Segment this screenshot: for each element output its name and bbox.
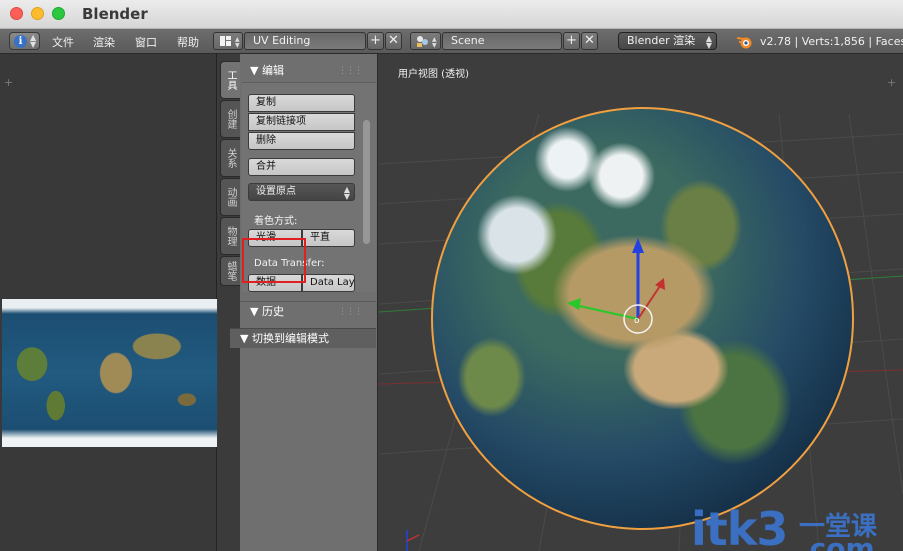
updown-icon: ▲ ▼: [30, 33, 37, 49]
z-axis-arrow-icon: [632, 238, 644, 253]
svg-text:▼: ▼: [432, 42, 437, 49]
close-icon: ✕: [388, 33, 399, 48]
tool-shelf-scrollbar[interactable]: [363, 120, 370, 244]
tool-shelf-tabs: 工具 创建 关系 动画 物理 蜡笔: [218, 54, 240, 551]
triangle-down-icon: ▼: [240, 332, 249, 345]
data-layout-button[interactable]: Data Lay: [302, 274, 355, 292]
tab-animation[interactable]: 动画: [220, 178, 240, 216]
duplicate-linked-button[interactable]: 复制链接项: [248, 113, 355, 131]
uv-image-editor[interactable]: +: [0, 54, 217, 551]
x-axis-arrow-icon: [655, 278, 665, 290]
tab-tools[interactable]: 工具: [220, 61, 240, 99]
set-origin-dropdown[interactable]: 设置原点 ▲ ▼: [248, 183, 355, 201]
watermark-domain: .com: [799, 532, 875, 551]
info-icon: i: [14, 35, 27, 48]
window-title: Blender: [82, 5, 148, 23]
world-map-texture: [2, 299, 217, 447]
tool-shelf: ▼ 编辑 ⋮⋮⋮ 复制 复制链接项 删除 合并 设置原点 ▲ ▼ 着色方式: 光滑…: [230, 54, 378, 551]
delete-screen-button[interactable]: ✕: [385, 32, 402, 50]
drag-handle-icon[interactable]: ⋮⋮⋮: [338, 61, 363, 81]
duplicate-button[interactable]: 复制: [248, 94, 355, 112]
render-engine-label: Blender 渲染: [627, 34, 696, 47]
tab-relations[interactable]: 关系: [220, 139, 240, 177]
editor-type-button[interactable]: i ▲ ▼: [9, 32, 40, 50]
operator-panel-header[interactable]: ▼ 切换到编辑模式: [230, 328, 376, 348]
svg-text:▼: ▼: [235, 42, 240, 49]
screen-layout-selector[interactable]: ▲ ▼: [213, 32, 243, 50]
updown-icon: ▲ ▼: [705, 34, 712, 50]
transform-gizmo[interactable]: o: [379, 54, 903, 551]
shading-label: 着色方式:: [254, 216, 298, 227]
edit-panel-body: 复制 复制链接项 删除 合并 设置原点 ▲ ▼ 着色方式: 光滑 平直 Data …: [242, 82, 376, 292]
close-window-button[interactable]: [10, 7, 23, 20]
tab-physics[interactable]: 物理: [220, 217, 240, 255]
add-screen-button[interactable]: +: [367, 32, 384, 50]
drag-handle-icon[interactable]: ⋮⋮⋮: [338, 302, 363, 322]
close-icon: ✕: [584, 33, 595, 48]
origin-label: o: [634, 316, 640, 326]
history-panel-title: 历史: [261, 305, 284, 318]
menu-file[interactable]: 文件: [52, 34, 74, 50]
area-split-handle[interactable]: +: [4, 76, 13, 89]
set-origin-label: 设置原点: [256, 186, 296, 197]
blender-logo-icon: [736, 37, 752, 49]
triangle-down-icon: ▼: [250, 305, 259, 318]
plus-icon: +: [370, 33, 381, 48]
highlight-annotation-box: [242, 238, 306, 283]
menu-help[interactable]: 帮助: [177, 34, 199, 50]
edit-panel-title: 编辑: [261, 64, 284, 77]
screen-layout-field[interactable]: UV Editing: [244, 32, 366, 50]
tab-create[interactable]: 创建: [220, 100, 240, 138]
info-header: i ▲ ▼ 文件 渲染 窗口 帮助 ▲ ▼ UV Editing + ✕ ▲ ▼ Sc…: [0, 29, 903, 54]
add-scene-button[interactable]: +: [563, 32, 580, 50]
operator-panel-title: 切换到编辑模式: [251, 332, 329, 345]
scene-stats: v2.78 | Verts:1,856 | Faces:: [760, 35, 903, 48]
menu-render[interactable]: 渲染: [93, 34, 115, 50]
delete-button[interactable]: 删除: [248, 132, 355, 150]
blender-window: Blender i ▲ ▼ 文件 渲染 窗口 帮助 ▲ ▼ UV Editing +…: [0, 0, 903, 551]
title-bar: Blender: [0, 0, 903, 29]
zoom-window-button[interactable]: [52, 7, 65, 20]
3d-viewport[interactable]: + 用户视图 (透视) o itk3 一堂课 .com: [379, 54, 903, 551]
layout-grid-icon: ▲▼: [220, 36, 240, 49]
history-panel-header[interactable]: ▼ 历史 ⋮⋮⋮: [240, 301, 376, 321]
render-engine-dropdown[interactable]: Blender 渲染 ▲ ▼: [618, 32, 717, 50]
y-axis-arrow-icon: [567, 298, 581, 310]
shade-flat-button[interactable]: 平直: [302, 229, 355, 247]
plus-icon: +: [566, 33, 577, 48]
edit-panel-header[interactable]: ▼ 编辑 ⋮⋮⋮: [240, 61, 376, 81]
delete-scene-button[interactable]: ✕: [581, 32, 598, 50]
updown-icon: ▲ ▼: [343, 185, 350, 201]
watermark-brand: itk3: [691, 502, 788, 551]
minimize-window-button[interactable]: [31, 7, 44, 20]
scene-icon: ▲▼: [417, 36, 437, 49]
triangle-down-icon: ▼: [250, 64, 259, 77]
join-button[interactable]: 合并: [248, 158, 355, 176]
scene-field[interactable]: Scene: [442, 32, 562, 50]
scene-selector[interactable]: ▲ ▼: [410, 32, 441, 50]
tab-grease-pencil[interactable]: 蜡笔: [220, 256, 240, 286]
menu-window[interactable]: 窗口: [135, 34, 157, 50]
